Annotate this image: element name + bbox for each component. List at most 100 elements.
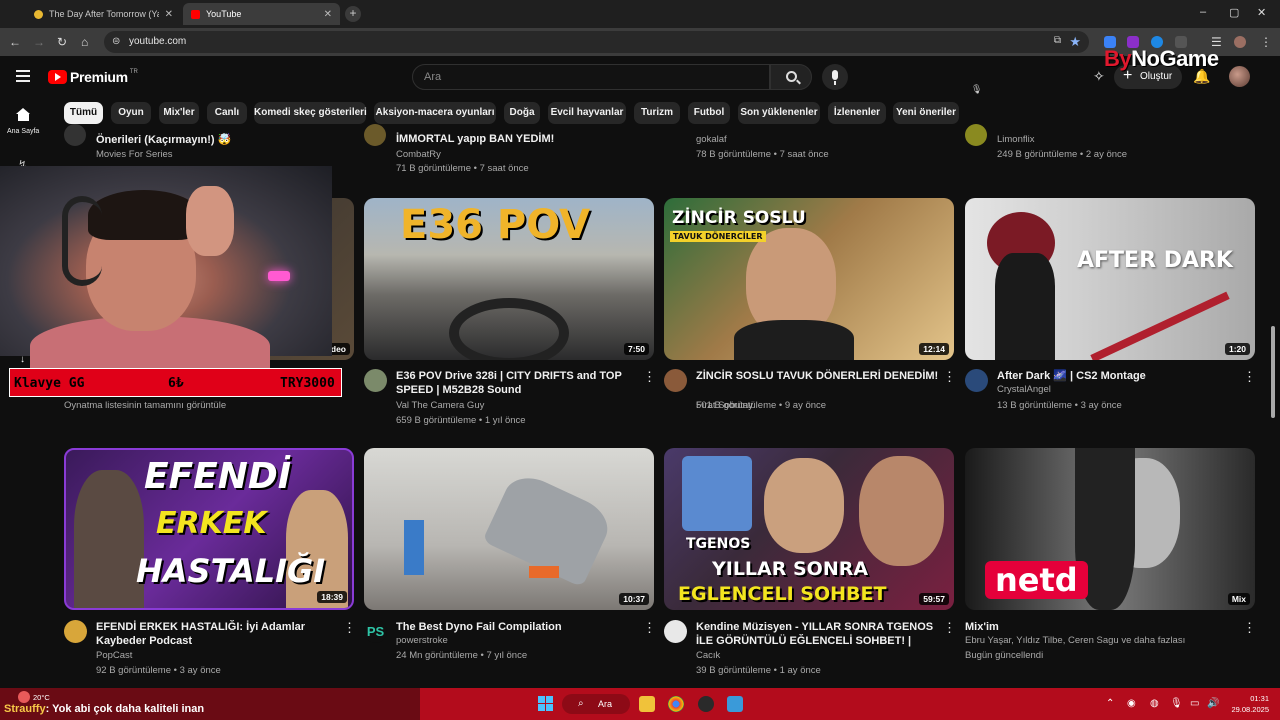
chip[interactable]: Oyun xyxy=(111,102,151,124)
video-thumbnail[interactable]: E36 POV 7:50 xyxy=(364,198,654,360)
channel-avatar[interactable] xyxy=(965,124,987,146)
video-title[interactable]: İMMORTAL yapıp BAN YEDİM! xyxy=(396,133,554,145)
channel-avatar[interactable] xyxy=(664,620,687,643)
more-actions-icon[interactable]: ⋮ xyxy=(1243,621,1256,635)
address-bar[interactable]: ⊜ youtube.com ⧉ ★ xyxy=(104,31,1089,53)
tab-youtube[interactable]: YouTube ✕ xyxy=(183,3,340,25)
page-scrollbar[interactable] xyxy=(1271,326,1275,418)
video-thumbnail[interactable]: TGENOS YILLAR SONRA EGLENCELI SOHBET 59:… xyxy=(664,448,954,610)
channel-name[interactable]: CombatRy xyxy=(396,149,441,160)
view-full-playlist-link[interactable]: Oynatma listesinin tamamını görüntüle xyxy=(64,400,226,411)
channel-avatar[interactable] xyxy=(364,124,386,146)
more-actions-icon[interactable]: ⋮ xyxy=(943,370,956,384)
chip[interactable]: Turizm xyxy=(634,102,680,124)
file-explorer-icon[interactable] xyxy=(639,696,655,712)
profile-avatar-icon[interactable] xyxy=(1234,36,1246,48)
chip[interactable]: Canlı xyxy=(207,102,247,124)
channel-name[interactable]: PopCast xyxy=(96,650,132,661)
menu-icon[interactable]: ⋮ xyxy=(1260,35,1272,49)
chrome-icon[interactable] xyxy=(668,696,684,712)
video-title[interactable]: EFENDİ ERKEK HASTALIĞI: İyi Adamlar Kayb… xyxy=(96,620,341,648)
youtube-premium-logo[interactable]: Premium TR xyxy=(48,69,138,85)
channel-name[interactable]: gokalaf xyxy=(696,134,727,145)
donation-goal: TRY3000 xyxy=(280,376,335,391)
channel-avatar[interactable] xyxy=(364,369,387,392)
more-actions-icon[interactable]: ⋮ xyxy=(643,621,656,635)
cast-icon[interactable]: ⧉ xyxy=(1054,35,1061,46)
account-avatar[interactable] xyxy=(1229,66,1250,87)
tray-network-icon[interactable]: ▭ xyxy=(1190,698,1199,709)
tray-mic-icon[interactable]: 🎙 xyxy=(1170,698,1183,709)
chip[interactable]: İzlenenler xyxy=(828,102,886,124)
video-title[interactable]: ZİNCİR SOSLU TAVUK DÖNERLERİ DENEDİM! xyxy=(696,369,941,383)
chip[interactable]: Yeni öneriler xyxy=(893,102,959,124)
tray-app-icon[interactable]: ◉ xyxy=(1127,698,1136,709)
video-thumbnail[interactable]: ZİNCİR SOSLU TAVUK DÖNERCİLER 12:14 xyxy=(664,198,954,360)
tray-chevron-icon[interactable]: ⌃ xyxy=(1106,698,1114,709)
voice-search-button[interactable] xyxy=(822,64,848,90)
thumbnail-overlay-text-2: YILLAR SONRA xyxy=(712,558,869,580)
tab-close-icon[interactable]: ✕ xyxy=(324,9,332,20)
channel-avatar[interactable] xyxy=(64,124,86,146)
home-icon[interactable] xyxy=(16,108,31,121)
site-info-icon[interactable]: ⊜ xyxy=(112,36,120,47)
tab-day-after-tomorrow[interactable]: The Day After Tomorrow (Yarın... ✕ xyxy=(26,3,181,25)
reload-icon[interactable]: ↻ xyxy=(57,35,67,49)
channel-name[interactable]: powerstroke xyxy=(396,635,448,646)
video-title[interactable]: After Dark 🌌 | CS2 Montage xyxy=(997,369,1242,383)
chip[interactable]: Aksiyon-macera oyunları xyxy=(374,102,496,124)
channel-name[interactable]: CrystalAngel xyxy=(997,384,1051,395)
video-title[interactable]: Mix'im xyxy=(965,620,1235,634)
channel-avatar[interactable] xyxy=(64,620,87,643)
chip-all[interactable]: Tümü xyxy=(64,102,103,124)
chip[interactable]: Komedi skeç gösterileri xyxy=(254,102,367,124)
home-icon[interactable]: ⌂ xyxy=(81,35,88,49)
channel-name[interactable]: Ebru Yaşar, Yıldız Tilbe, Ceren Sagu ve … xyxy=(965,635,1185,646)
channel-name[interactable]: Cacık xyxy=(696,650,720,661)
back-icon[interactable]: ← xyxy=(9,35,21,49)
chip[interactable]: Evcil hayvanlar xyxy=(548,102,626,124)
search-input[interactable]: Ara xyxy=(412,64,770,90)
video-thumbnail[interactable]: AFTER DARK 1:20 xyxy=(965,198,1255,360)
close-window-button[interactable]: ✕ xyxy=(1257,6,1266,19)
channel-avatar[interactable]: PS xyxy=(364,620,387,643)
menu-hamburger-icon[interactable] xyxy=(16,70,30,82)
video-title[interactable]: Kendine Müzisyen - YILLAR SONRA TGENOS İ… xyxy=(696,620,941,648)
channel-avatar[interactable] xyxy=(664,369,687,392)
new-tab-button[interactable]: + xyxy=(345,6,361,22)
forward-icon[interactable]: → xyxy=(33,35,45,49)
video-title[interactable]: Önerileri (Kaçırmayın!) 🤯 xyxy=(96,133,231,146)
taskbar-search[interactable]: ⌕ Ara xyxy=(562,694,630,714)
tray-vpn-icon[interactable]: ◍ xyxy=(1150,698,1159,709)
channel-name[interactable]: Movies For Series xyxy=(96,149,173,160)
app-window-icon[interactable] xyxy=(727,696,743,712)
windows-start-icon[interactable] xyxy=(538,696,554,712)
minimize-button[interactable]: – xyxy=(1200,6,1206,18)
tray-volume-icon[interactable]: 🔊 xyxy=(1207,698,1219,709)
more-actions-icon[interactable]: ⋮ xyxy=(343,621,356,635)
video-thumbnail[interactable]: EFENDİ ERKEK HASTALIĞI 18:39 xyxy=(64,448,354,610)
bookmark-star-icon[interactable]: ★ xyxy=(1069,34,1081,50)
channel-name[interactable]: Val The Camera Guy xyxy=(396,400,484,411)
more-actions-icon[interactable]: ⋮ xyxy=(1243,370,1256,384)
video-title[interactable]: The Best Dyno Fail Compilation xyxy=(396,620,641,634)
chip[interactable]: Mix'ler xyxy=(159,102,199,124)
channel-avatar[interactable] xyxy=(965,369,988,392)
search-button[interactable] xyxy=(770,64,812,90)
chip[interactable]: Doğa xyxy=(504,102,540,124)
sparkle-icon[interactable]: ✧ xyxy=(1093,68,1105,85)
chip[interactable]: Son yüklenenler xyxy=(738,102,820,124)
tab-close-icon[interactable]: ✕ xyxy=(165,9,173,20)
video-title[interactable]: E36 POV Drive 328i | CITY DRIFTS and TOP… xyxy=(396,369,641,397)
video-thumbnail[interactable]: netd Mix xyxy=(965,448,1255,610)
more-actions-icon[interactable]: ⋮ xyxy=(943,621,956,635)
rgb-light-shape xyxy=(268,271,290,281)
maximize-button[interactable]: ▢ xyxy=(1229,6,1239,19)
obs-icon[interactable] xyxy=(698,696,714,712)
sidebar-item-home[interactable]: Ana Sayfa xyxy=(7,128,39,135)
more-actions-icon[interactable]: ⋮ xyxy=(643,370,656,384)
chip[interactable]: Futbol xyxy=(688,102,730,124)
video-thumbnail[interactable]: 10:37 xyxy=(364,448,654,610)
taskbar-clock[interactable]: 01:31 29.08.2025 xyxy=(1229,693,1269,715)
channel-name[interactable]: Limonflix xyxy=(997,134,1035,145)
